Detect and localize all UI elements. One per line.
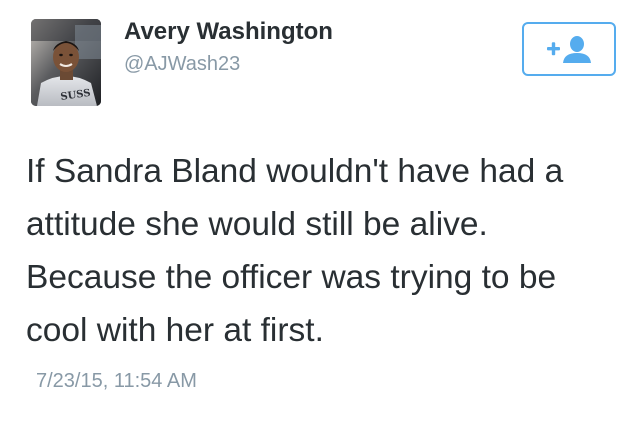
follow-button[interactable] [522,22,616,76]
tweet-text-line: attitude she would still be alive. [26,206,488,243]
display-name[interactable]: Avery Washington [124,18,333,46]
profile-photo: SUSS [31,19,101,106]
avatar[interactable]: SUSS [31,19,101,106]
tweet-text: If Sandra Bland wouldn't have had a atti… [26,145,626,357]
tweet-text-line: cool with her at first. [26,312,324,349]
user-handle[interactable]: @AJWash23 [124,53,240,76]
tweet-timestamp[interactable]: 7/23/15, 11:54 AM [36,370,197,393]
add-user-icon [547,36,591,63]
tweet-text-line: If Sandra Bland wouldn't have had a [26,153,564,190]
tweet-text-line: Because the officer was trying to be [26,259,557,296]
